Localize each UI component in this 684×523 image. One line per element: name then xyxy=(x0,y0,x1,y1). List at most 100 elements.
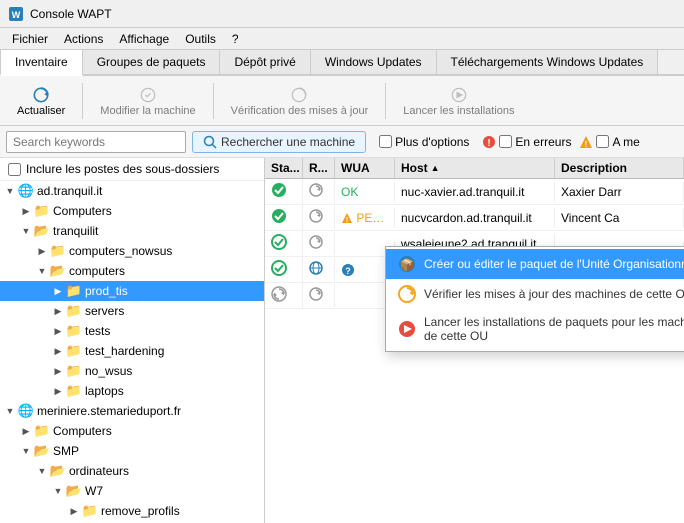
tree-toggle[interactable]: ▼ xyxy=(4,185,16,197)
tree-item-computers-2[interactable]: ▶ 📁 Computers xyxy=(0,421,264,441)
error-icon: ! xyxy=(482,135,496,149)
status-filters: ! En erreurs ! A me xyxy=(482,135,639,149)
tab-telechargements[interactable]: Téléchargements Windows Updates xyxy=(437,50,659,74)
btn-lancer[interactable]: Lancer les installations xyxy=(392,80,525,122)
app-title: Console WAPT xyxy=(30,7,112,21)
menu-outils[interactable]: Outils xyxy=(177,30,224,48)
context-menu-item-verify[interactable]: Vérifier les mises à jour des machines d… xyxy=(386,279,684,309)
folder-icon: 📁 xyxy=(66,343,82,359)
tab-bar: Inventaire Groupes de paquets Dépôt priv… xyxy=(0,50,684,76)
tree-item-no-wsus[interactable]: ▶ 📁 no_wsus xyxy=(0,361,264,381)
tree-toggle[interactable]: ▼ xyxy=(36,265,48,277)
table-row[interactable]: OK nuc-xavier.ad.tranquil.it Xaxier Darr xyxy=(265,179,684,205)
td-host: nuc-xavier.ad.tranquil.it xyxy=(395,182,555,202)
toolbar: Actualiser Modifier la machine Vérificat… xyxy=(0,76,684,126)
filter-me-check[interactable] xyxy=(596,135,609,148)
tree-toggle[interactable]: ▶ xyxy=(52,305,64,317)
refresh-small-icon xyxy=(309,287,323,301)
svg-text:📦: 📦 xyxy=(400,258,415,272)
menu-fichier[interactable]: Fichier xyxy=(4,30,56,48)
tree-toggle[interactable]: ▼ xyxy=(36,465,48,477)
filter-errors[interactable]: ! En erreurs xyxy=(482,135,571,149)
tab-depot[interactable]: Dépôt privé xyxy=(220,50,310,74)
tree-toggle[interactable]: ▼ xyxy=(20,445,32,457)
th-description[interactable]: Description xyxy=(555,158,684,178)
svg-text:W: W xyxy=(12,10,21,20)
btn-verif[interactable]: Vérification des mises à jour xyxy=(220,80,380,122)
tree-toggle[interactable]: ▶ xyxy=(36,245,48,257)
tree-item-smp[interactable]: ▼ 📂 SMP xyxy=(0,441,264,461)
folder-icon: 📂 xyxy=(50,263,66,279)
tree-item-computers[interactable]: ▼ 📂 computers xyxy=(0,261,264,281)
td-status xyxy=(265,283,303,308)
table-row[interactable]: ! PEN... nucvcardon.ad.tranquil.it Vince… xyxy=(265,205,684,231)
tree-item-prod-tis[interactable]: ▶ 📁 prod_tis xyxy=(0,281,264,301)
tree-toggle[interactable]: ▼ xyxy=(52,485,64,497)
tree-item-remove-profils[interactable]: ▶ 📁 remove_profils xyxy=(0,501,264,521)
refresh-icon xyxy=(29,85,53,105)
td-desc: Xaxier Darr xyxy=(555,182,684,202)
td-r xyxy=(303,206,335,229)
th-wua[interactable]: WUA xyxy=(335,158,395,178)
separator-1 xyxy=(82,83,83,119)
tree-toggle[interactable]: ▶ xyxy=(68,505,80,517)
tree-toggle[interactable]: ▶ xyxy=(52,345,64,357)
td-status xyxy=(265,205,303,230)
tree-toggle[interactable]: ▼ xyxy=(20,225,32,237)
th-host[interactable]: Host ▲ xyxy=(395,158,555,178)
menu-bar: Fichier Actions Affichage Outils ? xyxy=(0,28,684,50)
tree-item-test-hardening[interactable]: ▶ 📁 test_hardening xyxy=(0,341,264,361)
include-subfolders[interactable]: Inclure les postes des sous-dossiers xyxy=(0,158,264,181)
plus-options-check[interactable] xyxy=(379,135,392,148)
table-header: Sta... R... WUA Host ▲ Description xyxy=(265,158,684,179)
td-wua: ! PEN... xyxy=(335,208,395,228)
context-menu-item-create[interactable]: 📦 Créer ou éditer le paquet de l'Unité O… xyxy=(386,249,684,279)
context-menu-item-launch[interactable]: Lancer les installations de paquets pour… xyxy=(386,309,684,349)
tree-toggle[interactable]: ▶ xyxy=(20,205,32,217)
th-r[interactable]: R... xyxy=(303,158,335,178)
svg-text:?: ? xyxy=(345,266,351,276)
tab-groupes[interactable]: Groupes de paquets xyxy=(83,50,221,74)
tree-item-laptops[interactable]: ▶ 📁 laptops xyxy=(0,381,264,401)
search-machine-button[interactable]: Rechercher une machine xyxy=(192,131,366,153)
tree-item-computers-nowsus[interactable]: ▶ 📁 computers_nowsus xyxy=(0,241,264,261)
plus-options-button[interactable]: Plus d'options xyxy=(372,132,476,152)
menu-affichage[interactable]: Affichage xyxy=(111,30,177,48)
tree-item-tranquilit[interactable]: ▼ 📂 tranquilit xyxy=(0,221,264,241)
include-subfolders-check[interactable] xyxy=(8,163,21,176)
filter-me[interactable]: ! A me xyxy=(579,135,639,149)
tab-inventaire[interactable]: Inventaire xyxy=(0,50,83,76)
tree-toggle[interactable]: ▶ xyxy=(52,385,64,397)
tree-item-meriniere[interactable]: ▼ 🌐 meriniere.stemarieduport.fr xyxy=(0,401,264,421)
sort-asc-icon: ▲ xyxy=(431,163,440,173)
tree-toggle[interactable]: ▶ xyxy=(52,365,64,377)
menu-help[interactable]: ? xyxy=(224,30,247,48)
filter-errors-check[interactable] xyxy=(499,135,512,148)
svg-text:!: ! xyxy=(346,217,348,224)
tree-item-root-ad[interactable]: ▼ 🌐 ad.tranquil.it xyxy=(0,181,264,201)
btn-actualiser[interactable]: Actualiser xyxy=(6,80,76,122)
tree-item-w7[interactable]: ▼ 📂 W7 xyxy=(0,481,264,501)
td-r xyxy=(303,232,335,255)
search-input[interactable] xyxy=(6,131,186,153)
search-icon xyxy=(203,135,217,149)
tree-item-tests[interactable]: ▶ 📁 tests xyxy=(0,321,264,341)
tree-toggle[interactable]: ▼ xyxy=(4,405,16,417)
tree-toggle[interactable]: ▶ xyxy=(52,285,64,297)
td-desc: Vincent Ca xyxy=(555,208,684,228)
app-icon: W xyxy=(8,6,24,22)
tree-scroll[interactable]: ▼ 🌐 ad.tranquil.it ▶ 📁 Computers ▼ 📂 tra… xyxy=(0,181,264,523)
menu-actions[interactable]: Actions xyxy=(56,30,111,48)
tree-toggle[interactable]: ▶ xyxy=(20,425,32,437)
tree-item-computers-1[interactable]: ▶ 📁 Computers xyxy=(0,201,264,221)
launch-installs-icon xyxy=(398,320,416,338)
tree-item-servers[interactable]: ▶ 📁 servers xyxy=(0,301,264,321)
tab-windows-updates[interactable]: Windows Updates xyxy=(311,50,437,74)
btn-modifier[interactable]: Modifier la machine xyxy=(89,80,206,122)
svg-text:!: ! xyxy=(585,140,588,149)
tree-toggle[interactable]: ▶ xyxy=(52,325,64,337)
tree-item-ordinateurs[interactable]: ▼ 📂 ordinateurs xyxy=(0,461,264,481)
refresh-small-icon xyxy=(309,183,323,197)
folder-icon: 📂 xyxy=(66,483,82,499)
th-status[interactable]: Sta... xyxy=(265,158,303,178)
